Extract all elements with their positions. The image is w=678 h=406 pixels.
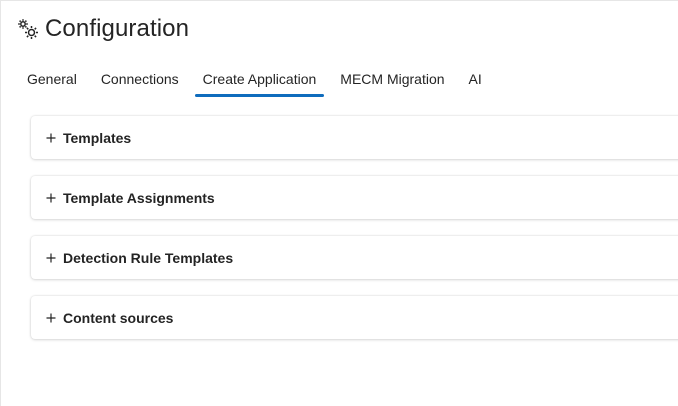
- section-label: Detection Rule Templates: [63, 249, 234, 266]
- section-label: Template Assignments: [63, 189, 215, 206]
- plus-icon: [45, 312, 57, 324]
- tab-ai[interactable]: AI: [461, 67, 490, 95]
- page-title: Configuration: [45, 15, 190, 42]
- page-header: Configuration: [17, 15, 189, 43]
- tab-connections[interactable]: Connections: [93, 67, 187, 95]
- tab-bar: General Connections Create Application M…: [19, 67, 498, 99]
- section-detection-rule-templates[interactable]: Detection Rule Templates: [31, 236, 678, 279]
- section-templates[interactable]: Templates: [31, 116, 678, 159]
- section-label: Content sources: [63, 309, 174, 326]
- tab-create-application[interactable]: Create Application: [194, 67, 325, 97]
- tab-mecm-migration[interactable]: MECM Migration: [332, 67, 452, 95]
- accordion: Templates Template Assignments Detection…: [31, 116, 678, 356]
- section-label: Templates: [63, 129, 132, 146]
- plus-icon: [45, 192, 57, 204]
- section-content-sources[interactable]: Content sources: [31, 296, 678, 339]
- gears-icon: [17, 18, 39, 40]
- plus-icon: [45, 252, 57, 264]
- configuration-page: Configuration General Connections Create…: [0, 0, 678, 406]
- plus-icon: [45, 132, 57, 144]
- section-template-assignments[interactable]: Template Assignments: [31, 176, 678, 219]
- tab-general[interactable]: General: [19, 67, 85, 95]
